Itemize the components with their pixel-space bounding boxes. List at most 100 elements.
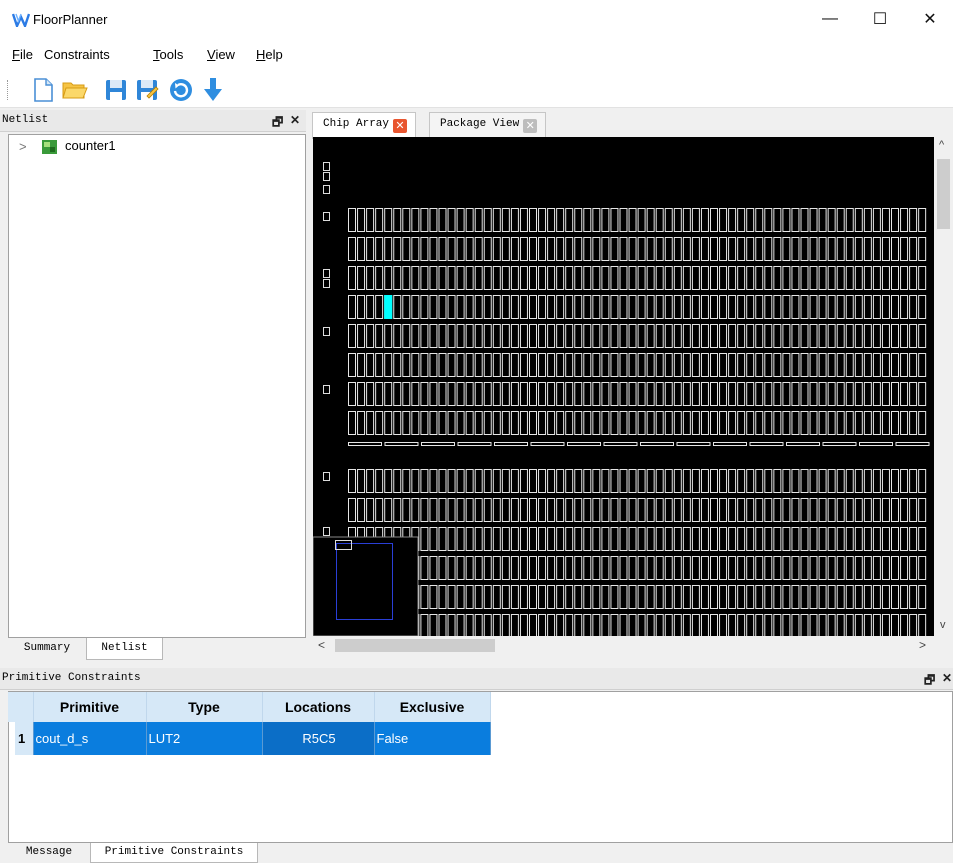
netlist-float-icon[interactable]: 🗗	[272, 113, 283, 134]
bram-cell	[603, 442, 638, 446]
logic-cell	[420, 208, 429, 232]
logic-cell	[610, 585, 619, 609]
logic-cell	[447, 614, 456, 636]
logic-cell	[402, 411, 411, 435]
row-number[interactable]: 1	[15, 722, 34, 755]
logic-cell	[872, 208, 881, 232]
column-exclusive[interactable]: Exclusive	[374, 692, 491, 722]
menu-file[interactable]: File	[12, 47, 33, 62]
scroll-left-icon[interactable]: <	[318, 638, 325, 652]
logic-cell	[655, 556, 664, 580]
cell-primitive[interactable]: cout_d_s	[33, 722, 147, 755]
logic-cell	[483, 382, 492, 406]
chip-array-canvas[interactable]	[313, 137, 934, 636]
logic-cell	[402, 237, 411, 261]
cell-type[interactable]: LUT2	[146, 722, 263, 755]
logic-cell	[519, 266, 528, 290]
tab-chip-array[interactable]: Chip Array ✕	[312, 112, 417, 139]
column-locations[interactable]: Locations	[262, 692, 375, 722]
logic-cell	[682, 527, 691, 551]
column-type[interactable]: Type	[146, 692, 263, 722]
logic-cell	[845, 353, 854, 377]
tree-expander-icon[interactable]: >	[19, 139, 27, 154]
scroll-right-icon[interactable]: >	[919, 638, 926, 652]
tab-package-view[interactable]: Package View ✕	[429, 112, 547, 138]
logic-cell	[628, 498, 637, 522]
logic-cell	[854, 208, 863, 232]
tab-summary[interactable]: Summary	[8, 638, 86, 660]
maximize-button[interactable]: ☐	[857, 0, 903, 38]
logic-cell	[818, 585, 827, 609]
chip-horizontal-scrollbar[interactable]: < >	[313, 636, 934, 655]
cell-locations[interactable]: R5C5	[262, 722, 375, 755]
logic-cell	[429, 324, 438, 348]
logic-cell	[836, 353, 845, 377]
horizontal-scroll-thumb[interactable]	[335, 639, 495, 652]
tab-chip-array-close-icon[interactable]: ✕	[393, 119, 408, 133]
logic-cell	[601, 295, 610, 319]
download-button[interactable]	[200, 77, 226, 103]
logic-cell	[664, 237, 673, 261]
logic-cell	[456, 556, 465, 580]
menu-view-rest: iew	[215, 47, 235, 62]
constraints-float-icon[interactable]: 🗗	[924, 671, 935, 692]
logic-cell	[773, 498, 782, 522]
logic-cell	[791, 411, 800, 435]
logic-cell	[691, 469, 700, 493]
open-button[interactable]	[62, 77, 88, 103]
table-row[interactable]: 1 cout_d_s LUT2 R5C5 False	[15, 722, 491, 755]
logic-cell	[728, 237, 737, 261]
bram-cell	[348, 442, 382, 446]
tab-message[interactable]: Message	[8, 843, 90, 863]
cell-exclusive[interactable]: False	[374, 722, 491, 755]
logic-cell	[556, 266, 565, 290]
save-as-button[interactable]	[134, 77, 160, 103]
logic-cell	[764, 324, 773, 348]
column-primitive[interactable]: Primitive	[33, 692, 147, 722]
menu-help[interactable]: Help	[256, 47, 283, 62]
logic-cell	[538, 585, 547, 609]
scroll-down-icon[interactable]: v	[940, 619, 946, 631]
logic-cell	[601, 353, 610, 377]
logic-cell	[583, 324, 592, 348]
logic-cell	[411, 295, 420, 319]
close-button[interactable]: ✕	[907, 0, 953, 38]
scroll-up-icon[interactable]: ^	[939, 139, 944, 151]
logic-cell	[655, 208, 664, 232]
constraints-close-icon[interactable]: ✕	[942, 671, 952, 685]
logic-cell	[447, 266, 456, 290]
menu-constraints[interactable]: Constraints	[44, 47, 110, 62]
logic-cell	[881, 556, 890, 580]
logic-cell	[492, 411, 501, 435]
logic-cell	[556, 527, 565, 551]
logic-cell	[420, 266, 429, 290]
logic-cell	[510, 237, 519, 261]
netlist-close-icon[interactable]: ✕	[290, 113, 300, 127]
tree-item-counter1[interactable]: counter1	[65, 138, 116, 153]
menu-view[interactable]: View	[207, 47, 235, 62]
refresh-button[interactable]	[168, 77, 194, 103]
menu-tools[interactable]: Tools	[153, 47, 183, 62]
logic-cell	[710, 208, 718, 232]
tab-netlist[interactable]: Netlist	[86, 638, 163, 660]
logic-cell	[818, 469, 827, 493]
vertical-scroll-thumb[interactable]	[937, 159, 950, 229]
chip-vertical-scrollbar[interactable]: ^ v	[934, 137, 953, 636]
logic-cell	[547, 614, 556, 636]
logic-cell	[465, 411, 474, 435]
logic-cell	[700, 498, 709, 522]
save-button[interactable]	[103, 77, 129, 103]
tab-primitive-constraints[interactable]: Primitive Constraints	[90, 843, 258, 863]
logic-cell	[438, 498, 447, 522]
logic-cell	[673, 527, 682, 551]
logic-cell	[791, 614, 800, 636]
new-file-button[interactable]	[30, 77, 56, 103]
minimize-button[interactable]: —	[807, 0, 853, 38]
logic-cell	[501, 585, 510, 609]
logic-cell	[465, 469, 474, 493]
logic-cell	[755, 498, 764, 522]
logic-cell	[610, 266, 619, 290]
tab-package-view-close-icon[interactable]: ✕	[523, 119, 538, 133]
logic-cell	[655, 382, 664, 406]
logic-cell	[438, 556, 447, 580]
